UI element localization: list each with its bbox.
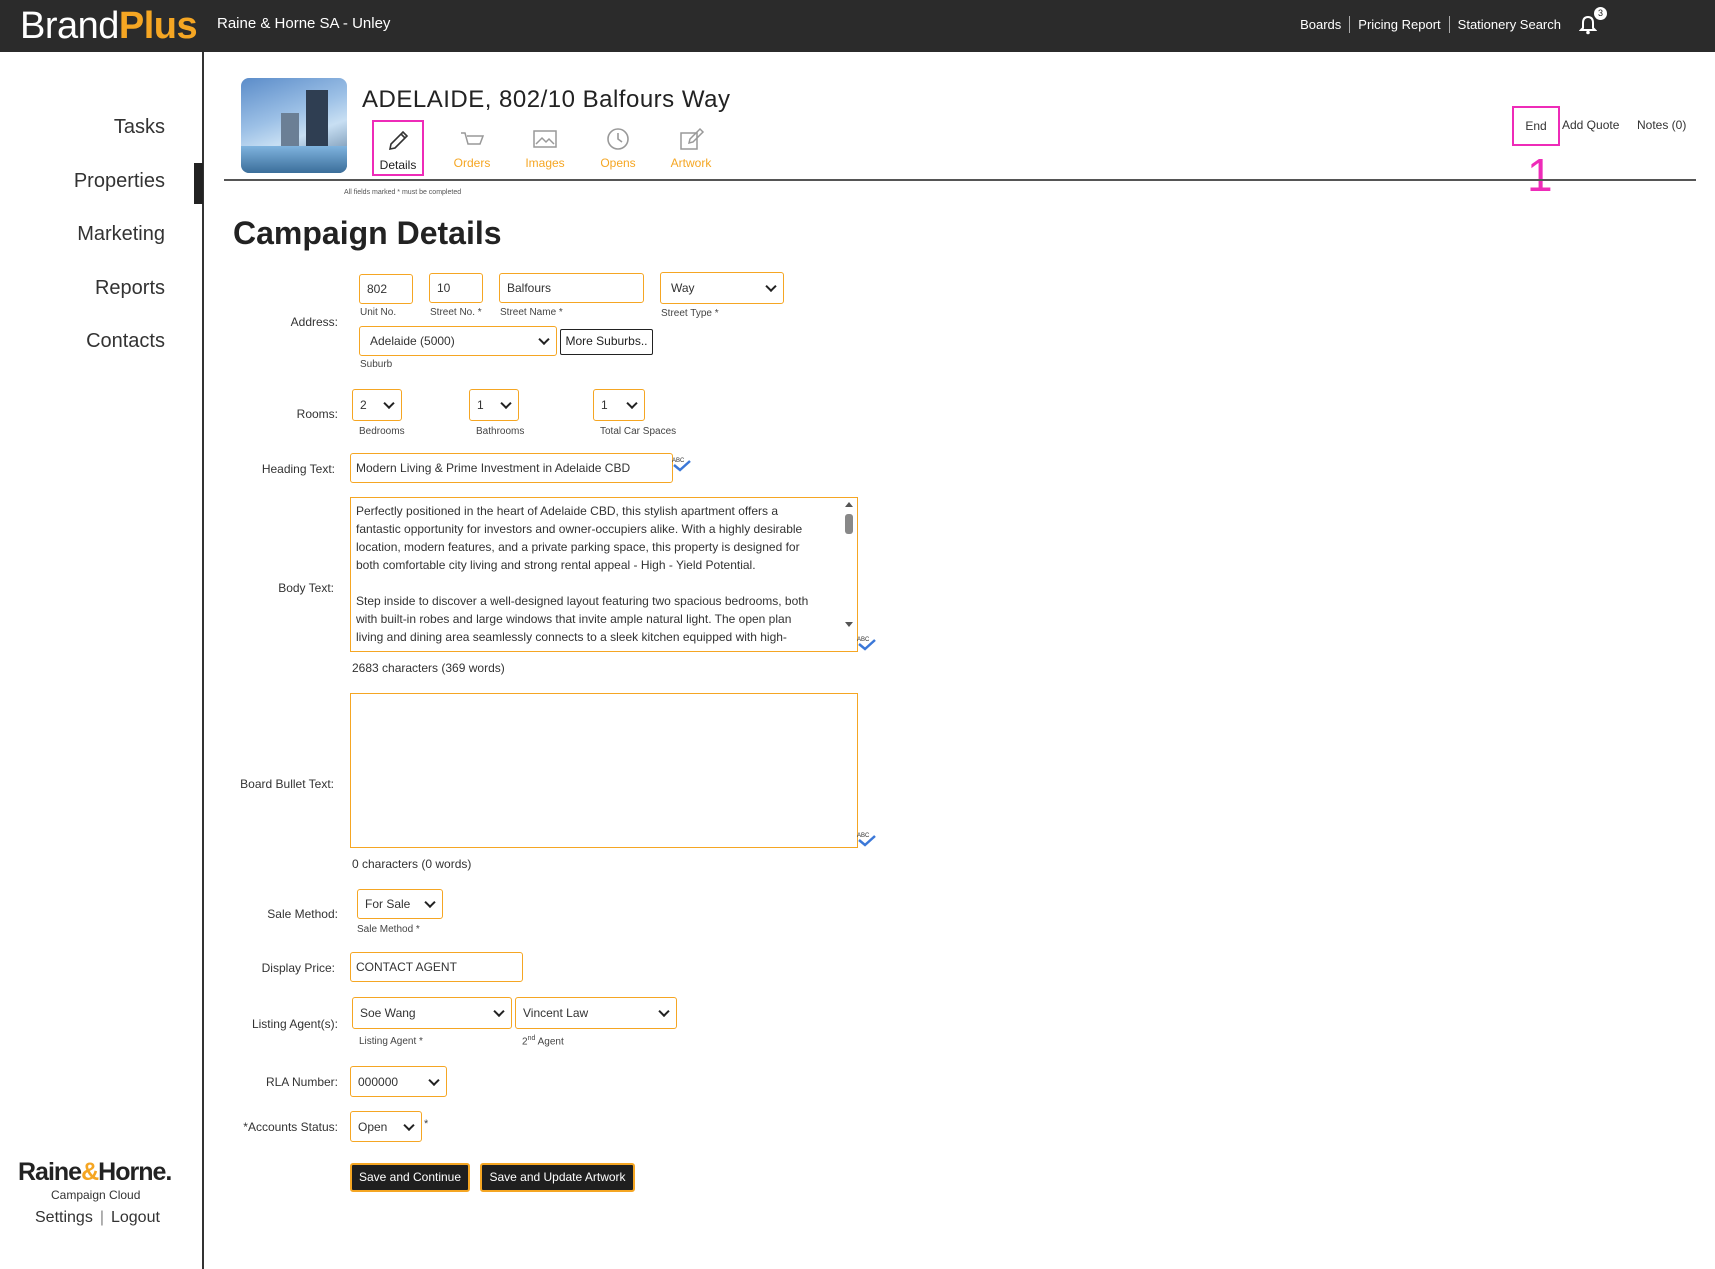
tab-opens[interactable]: Opens (592, 120, 644, 176)
raine-horne-logo: Raine&Horne. (18, 1158, 172, 1186)
street-name-sublabel: Street Name * (500, 307, 563, 318)
accounts-status-label: *Accounts Status: (243, 1120, 338, 1134)
page-title: Campaign Details (233, 215, 502, 251)
address-label: Address: (290, 315, 338, 329)
notification-badge: 3 (1594, 7, 1607, 20)
heading-text-label: Heading Text: (261, 462, 335, 476)
unit-no-input[interactable]: 802 (359, 274, 413, 304)
spellcheck-icon[interactable]: ABC (857, 831, 877, 847)
sidebar-item-contacts[interactable]: Contacts (86, 330, 165, 353)
pencil-icon (388, 130, 409, 151)
display-price-label: Display Price: (261, 961, 335, 975)
spellcheck-icon[interactable]: ABC (857, 635, 877, 651)
annotation-marker: 1 (1527, 149, 1553, 201)
street-type-select[interactable]: Way (660, 272, 784, 304)
save-and-continue-button[interactable]: Save and Continue (350, 1163, 470, 1192)
street-name-input[interactable]: Balfours (499, 273, 644, 303)
rla-number-select[interactable]: 000000 (350, 1066, 447, 1097)
add-quote-link[interactable]: Add Quote (1562, 118, 1619, 132)
suburb-sublabel: Suburb (360, 359, 393, 370)
body-text-area[interactable]: Perfectly positioned in the heart of Ade… (350, 497, 858, 652)
property-title: ADELAIDE, 802/10 Balfours Way (362, 86, 731, 113)
sidebar: Tasks Properties Marketing Reports Conta… (0, 52, 204, 1269)
listing-agent-select[interactable]: Soe Wang (352, 997, 512, 1029)
heading-text-input[interactable]: Modern Living & Prime Investment in Adel… (350, 453, 673, 483)
end-button[interactable]: End (1512, 106, 1560, 146)
sidebar-item-reports[interactable]: Reports (95, 277, 165, 300)
office-name: Raine & Horne SA - Unley (217, 15, 391, 32)
unit-no-sublabel: Unit No. (360, 307, 397, 318)
car-spaces-select[interactable]: 1 (593, 389, 645, 421)
sidebar-item-properties[interactable]: Properties (74, 170, 165, 193)
tab-artwork[interactable]: Artwork (665, 120, 717, 176)
link-separator: | (99, 1209, 104, 1226)
suburb-select[interactable]: Adelaide (5000) (359, 326, 557, 356)
body-scrollbar[interactable] (843, 500, 855, 649)
active-nav-indicator (194, 163, 203, 204)
second-agent-sublabel: 2nd Agent (522, 1035, 564, 1048)
accounts-status-select[interactable]: Open (350, 1111, 422, 1142)
bedrooms-sublabel: Bedrooms (359, 426, 405, 437)
display-price-input[interactable]: CONTACT AGENT (350, 952, 523, 982)
tab-orders[interactable]: Orders (446, 120, 498, 176)
edit-document-icon (680, 127, 705, 150)
rooms-label: Rooms: (296, 407, 338, 421)
boards-link[interactable]: Boards (1292, 16, 1349, 33)
street-no-input[interactable]: 10 (429, 273, 483, 303)
street-type-sublabel: Street Type * (661, 308, 719, 319)
required-fields-hint: All fields marked * must be completed (344, 189, 462, 196)
logout-link[interactable]: Logout (111, 1209, 160, 1226)
property-thumbnail[interactable] (241, 78, 347, 173)
footer-links: Settings | Logout (35, 1209, 160, 1227)
board-bullet-text-area[interactable] (350, 693, 858, 848)
campaign-cloud-label: Campaign Cloud (51, 1188, 141, 1202)
required-marker: * (424, 1118, 429, 1130)
settings-link[interactable]: Settings (35, 1209, 93, 1226)
body-text-label: Body Text: (278, 581, 334, 595)
spellcheck-icon[interactable]: ABC (672, 456, 692, 472)
bell-icon[interactable] (1579, 15, 1597, 35)
sale-method-sublabel: Sale Method * (357, 924, 420, 935)
sale-method-label: Sale Method: (267, 907, 338, 921)
tab-details[interactable]: Details (372, 120, 424, 176)
clock-icon (607, 128, 629, 150)
sale-method-select[interactable]: For Sale (357, 889, 443, 919)
board-bullet-label: Board Bullet Text: (240, 777, 334, 791)
bedrooms-select[interactable]: 2 (352, 389, 402, 421)
listing-agent-sublabel: Listing Agent * (359, 1036, 423, 1047)
header-divider (224, 179, 1696, 181)
svg-text:ABC: ABC (857, 637, 870, 643)
car-spaces-sublabel: Total Car Spaces (600, 426, 677, 437)
top-links: Boards Pricing Report Stationery Search (1292, 16, 1569, 33)
top-bar: BrandPlus Raine & Horne SA - Unley Board… (0, 0, 1715, 52)
listing-agents-label: Listing Agent(s): (251, 1017, 338, 1031)
pricing-report-link[interactable]: Pricing Report (1349, 16, 1448, 33)
save-and-update-artwork-button[interactable]: Save and Update Artwork (480, 1163, 635, 1192)
brand-logo[interactable]: BrandPlus (20, 4, 198, 48)
stationery-search-link[interactable]: Stationery Search (1448, 16, 1569, 33)
street-no-sublabel: Street No. * (430, 307, 482, 318)
bathrooms-sublabel: Bathrooms (476, 426, 525, 437)
sidebar-item-tasks[interactable]: Tasks (114, 116, 165, 139)
image-icon (533, 130, 557, 148)
svg-text:ABC: ABC (857, 833, 870, 839)
sidebar-item-marketing[interactable]: Marketing (77, 223, 165, 246)
board-bullet-counter: 0 characters (0 words) (352, 857, 472, 871)
tab-images[interactable]: Images (519, 120, 571, 176)
more-suburbs-button[interactable]: More Suburbs.. (560, 329, 653, 355)
bathrooms-select[interactable]: 1 (469, 389, 519, 421)
svg-text:ABC: ABC (672, 458, 685, 464)
cart-icon (461, 132, 485, 145)
second-agent-select[interactable]: Vincent Law (515, 997, 677, 1029)
body-text-counter: 2683 characters (369 words) (352, 661, 505, 675)
rla-number-label: RLA Number: (265, 1075, 338, 1089)
notes-link[interactable]: Notes (0) (1637, 118, 1686, 132)
